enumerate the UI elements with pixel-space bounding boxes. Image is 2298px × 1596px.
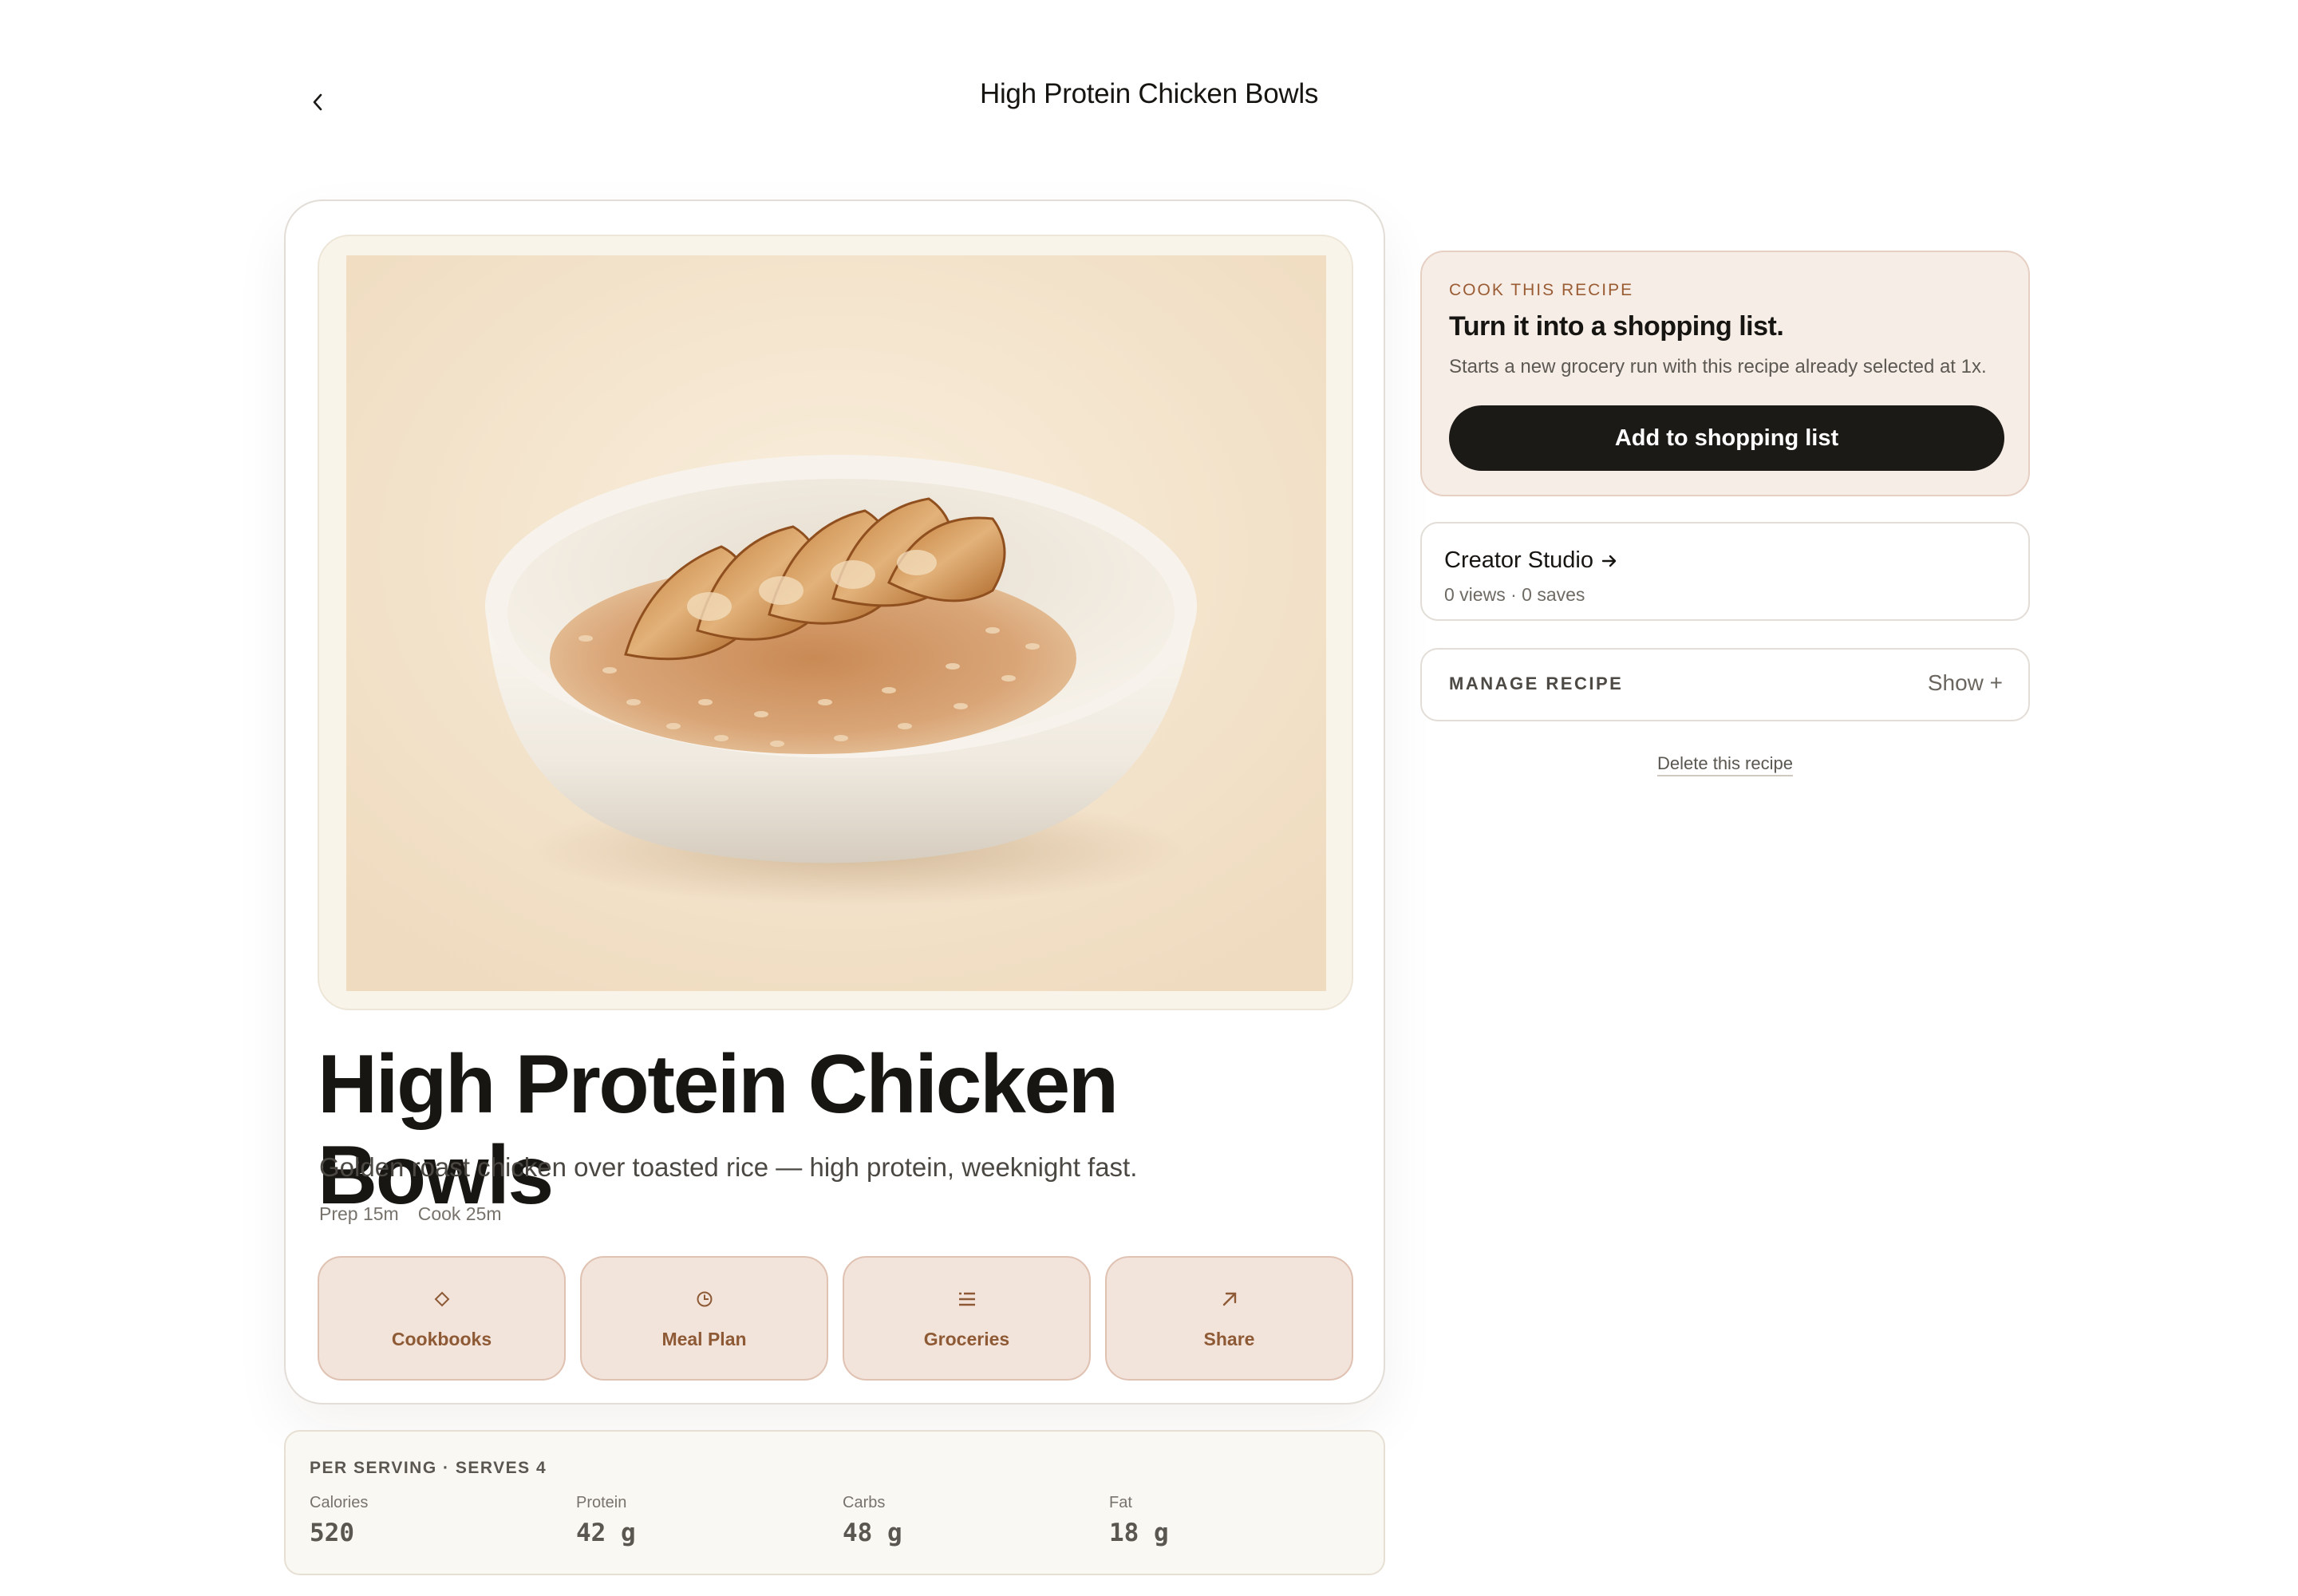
cook-card-headline: Turn it into a shopping list.	[1449, 311, 1784, 342]
fat-value: 18 g	[1109, 1519, 1169, 1547]
delete-recipe-link[interactable]: Delete this recipe	[1657, 753, 1793, 776]
groceries-button[interactable]: Groceries	[843, 1256, 1091, 1381]
meal-plan-button[interactable]: Meal Plan	[580, 1256, 828, 1381]
cook-card-description: Starts a new grocery run with this recip…	[1449, 356, 1987, 377]
recipe-actions: Cookbooks Meal Plan Groceries Share	[318, 1256, 1353, 1381]
fat-stat: Fat 18 g	[1109, 1494, 1169, 1547]
meal-plan-label: Meal Plan	[661, 1328, 747, 1349]
creator-studio-title-row: Creator Studio	[1444, 547, 1619, 574]
add-to-shopping-list-button[interactable]: Add to shopping list	[1449, 405, 2004, 471]
creator-studio-link[interactable]: Creator Studio 0 views · 0 saves	[1420, 522, 2030, 621]
recipe-photo	[346, 255, 1326, 991]
share-label: Share	[1203, 1328, 1255, 1349]
nutrition-heading: PER SERVING · SERVES 4	[310, 1459, 547, 1477]
fat-label: Fat	[1109, 1494, 1132, 1511]
list-icon	[955, 1287, 979, 1311]
carbs-label: Carbs	[843, 1494, 886, 1511]
recipe-card: High Protein Chicken Bowls Golden roast …	[284, 200, 1385, 1404]
protein-label: Protein	[576, 1494, 627, 1511]
arrow-right-icon	[1601, 555, 1617, 567]
carbs-value: 48 g	[843, 1519, 902, 1547]
prep-time: Prep 15m	[319, 1203, 399, 1224]
creator-studio-title: Creator Studio	[1444, 547, 1593, 573]
calories-value: 520	[310, 1519, 354, 1547]
page-title: High Protein Chicken Bowls	[979, 78, 1319, 109]
share-button[interactable]: Share	[1105, 1256, 1353, 1381]
calories-label: Calories	[310, 1494, 369, 1511]
carbs-stat: Carbs 48 g	[843, 1494, 902, 1547]
recipe-times: Prep 15m Cook 25m	[319, 1203, 502, 1225]
manage-recipe-section[interactable]: MANAGE RECIPE Show +	[1420, 648, 2030, 721]
cook-time: Cook 25m	[417, 1203, 502, 1224]
cook-card-eyebrow: COOK THIS RECIPE	[1449, 281, 1634, 299]
groceries-label: Groceries	[923, 1328, 1010, 1349]
top-bar: High Protein Chicken Bowls	[0, 0, 2298, 200]
calories-stat: Calories 520	[310, 1494, 368, 1547]
arrow-up-right-icon	[1218, 1287, 1242, 1311]
delete-recipe-row: Delete this recipe	[1420, 753, 2030, 776]
recipe-title: High Protein Chicken Bowls	[318, 1038, 1119, 1223]
nutrition-card: PER SERVING · SERVES 4 Calories 520 Prot…	[284, 1430, 1385, 1575]
protein-stat: Protein 42 g	[576, 1494, 636, 1547]
cookbooks-button[interactable]: Cookbooks	[318, 1256, 566, 1381]
cook-this-recipe-card: COOK THIS RECIPE Turn it into a shopping…	[1420, 251, 2030, 496]
manage-recipe-title: MANAGE RECIPE	[1449, 674, 1624, 693]
cookbooks-label: Cookbooks	[391, 1328, 492, 1349]
creator-studio-stats: 0 views · 0 saves	[1444, 584, 1585, 605]
hero-image-frame	[318, 235, 1353, 1010]
diamond-icon	[430, 1287, 454, 1311]
protein-value: 42 g	[576, 1519, 636, 1547]
recipe-subtitle: Golden roast chicken over toasted rice —…	[319, 1152, 1138, 1182]
manage-recipe-toggle[interactable]: Show +	[1928, 670, 2003, 696]
clock-icon	[693, 1287, 717, 1311]
